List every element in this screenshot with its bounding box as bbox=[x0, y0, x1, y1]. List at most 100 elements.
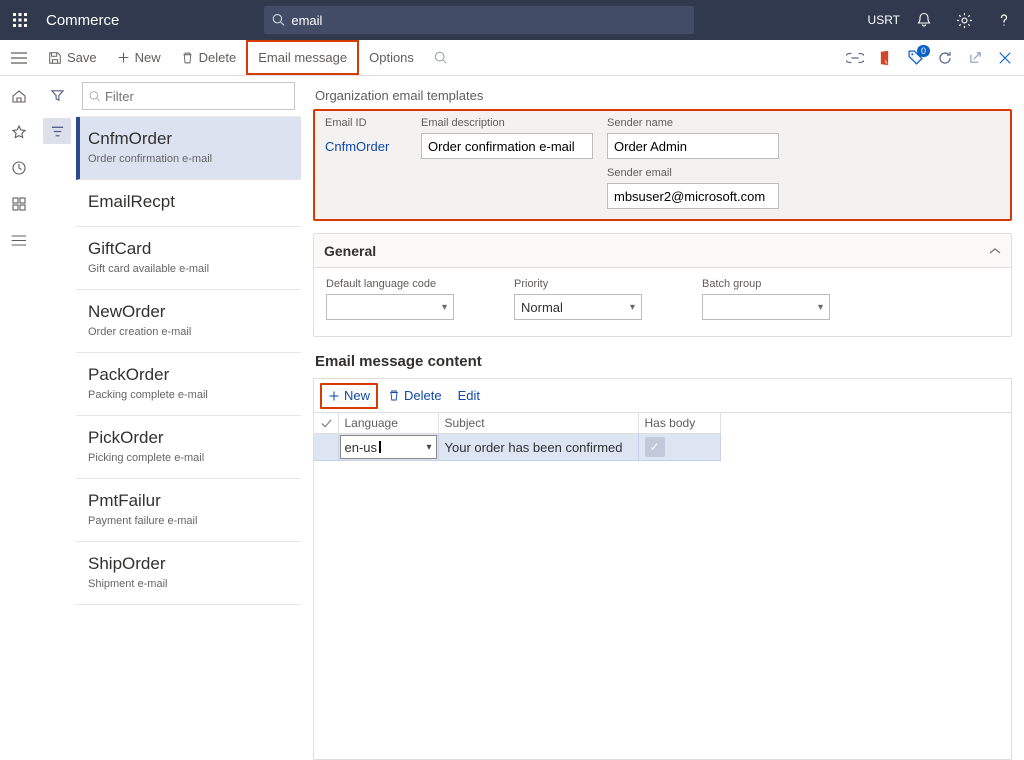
list-filter-icon[interactable] bbox=[43, 118, 71, 144]
email-description-field: Email description bbox=[421, 117, 593, 159]
new-label: New bbox=[135, 50, 161, 65]
batch-group-select[interactable]: ▾ bbox=[702, 294, 830, 320]
default-language-label: Default language code bbox=[326, 278, 454, 290]
content-edit-button[interactable]: Edit bbox=[452, 383, 486, 409]
page-title: Organization email templates bbox=[315, 88, 1010, 103]
priority-label: Priority bbox=[514, 278, 642, 290]
hamburger-icon[interactable] bbox=[0, 40, 38, 75]
select-all-checkbox[interactable] bbox=[314, 413, 338, 434]
priority-select[interactable]: Normal▾ bbox=[514, 294, 642, 320]
main-content: Organization email templates Email ID Cn… bbox=[301, 76, 1024, 760]
template-title: GiftCard bbox=[88, 239, 289, 259]
new-button[interactable]: New bbox=[107, 40, 171, 75]
content-delete-button[interactable]: Delete bbox=[382, 383, 448, 409]
col-has-body[interactable]: Has body bbox=[638, 413, 720, 434]
language-cell[interactable]: en-us ▾ bbox=[338, 434, 438, 461]
delete-label: Delete bbox=[199, 50, 237, 65]
content-toolbar: New Delete Edit bbox=[313, 378, 1012, 412]
workspaces-icon[interactable] bbox=[7, 192, 31, 216]
template-list-item[interactable]: ShipOrder Shipment e-mail bbox=[76, 542, 301, 605]
has-body-cell[interactable]: ✓ bbox=[638, 434, 720, 461]
sender-name-label: Sender name bbox=[607, 117, 779, 129]
app-launcher-icon[interactable] bbox=[0, 12, 40, 28]
tag-icon[interactable]: 0 bbox=[904, 47, 926, 69]
subject-cell[interactable]: Your order has been confirmed bbox=[438, 434, 638, 461]
plus-icon bbox=[117, 51, 130, 64]
row-checkbox[interactable] bbox=[314, 434, 338, 461]
content-grid: Language Subject Has body en-us ▾ bbox=[313, 412, 1012, 760]
header-fields-box: Email ID CnfmOrder Email description Sen… bbox=[313, 109, 1012, 221]
trash-icon bbox=[181, 51, 194, 65]
sender-name-input[interactable] bbox=[607, 133, 779, 159]
template-title: ShipOrder bbox=[88, 554, 289, 574]
list-filter-input[interactable] bbox=[82, 82, 295, 110]
template-list-item[interactable]: CnfmOrder Order confirmation e-mail bbox=[76, 117, 301, 180]
action-bar: Save New Delete Email message Options 0 bbox=[0, 40, 1024, 76]
batch-group-label: Batch group bbox=[702, 278, 830, 290]
template-title: PmtFailur bbox=[88, 491, 289, 511]
global-search[interactable] bbox=[264, 6, 694, 34]
settings-gear-icon[interactable] bbox=[944, 0, 984, 40]
general-title: General bbox=[324, 243, 376, 259]
general-section-header[interactable]: General bbox=[314, 234, 1011, 268]
trash-icon bbox=[388, 389, 400, 402]
link-icon[interactable] bbox=[844, 47, 866, 69]
top-navbar: Commerce USRT bbox=[0, 0, 1024, 40]
col-language[interactable]: Language bbox=[338, 413, 438, 434]
col-subject[interactable]: Subject bbox=[438, 413, 638, 434]
template-list-item[interactable]: NewOrderOrder creation e-mail bbox=[76, 290, 301, 353]
template-title: PackOrder bbox=[88, 365, 289, 385]
refresh-icon[interactable] bbox=[934, 47, 956, 69]
global-search-input[interactable] bbox=[291, 13, 686, 28]
options-button[interactable]: Options bbox=[359, 40, 424, 75]
action-search-icon[interactable] bbox=[424, 40, 458, 75]
template-subtitle: Payment failure e-mail bbox=[88, 515, 289, 527]
template-title: PickOrder bbox=[88, 428, 289, 448]
list-filter-field[interactable] bbox=[105, 89, 288, 104]
default-language-select[interactable]: ▾ bbox=[326, 294, 454, 320]
template-title: EmailRecpt bbox=[88, 192, 289, 212]
sender-email-input[interactable] bbox=[607, 183, 779, 209]
template-subtitle: Packing complete e-mail bbox=[88, 389, 289, 401]
home-icon[interactable] bbox=[7, 84, 31, 108]
content-new-button[interactable]: New bbox=[320, 383, 378, 409]
favorite-star-icon[interactable] bbox=[7, 120, 31, 144]
modules-icon[interactable] bbox=[7, 228, 31, 252]
chevron-down-icon: ▾ bbox=[442, 302, 447, 313]
priority-field: Priority Normal▾ bbox=[514, 278, 642, 320]
recent-clock-icon[interactable] bbox=[7, 156, 31, 180]
delete-button[interactable]: Delete bbox=[171, 40, 247, 75]
company-code[interactable]: USRT bbox=[868, 13, 900, 27]
grid-header-row: Language Subject Has body bbox=[314, 413, 720, 434]
chevron-down-icon: ▾ bbox=[426, 442, 431, 453]
grid-row[interactable]: en-us ▾ Your order has been confirmed ✓ bbox=[314, 434, 720, 461]
email-description-input[interactable] bbox=[421, 133, 593, 159]
template-subtitle: Order confirmation e-mail bbox=[88, 153, 289, 165]
product-name: Commerce bbox=[40, 12, 264, 29]
template-list-item[interactable]: PmtFailur Payment failure e-mail bbox=[76, 479, 301, 542]
save-button[interactable]: Save bbox=[38, 40, 107, 75]
template-list-item[interactable]: EmailRecpt bbox=[76, 180, 301, 227]
options-label: Options bbox=[369, 50, 414, 65]
search-wrap bbox=[264, 6, 694, 34]
template-title: CnfmOrder bbox=[88, 129, 289, 149]
general-section: General Default language code ▾ Priority… bbox=[313, 233, 1012, 337]
funnel-filter-icon[interactable] bbox=[43, 82, 71, 108]
popout-icon[interactable] bbox=[964, 47, 986, 69]
template-subtitle: Shipment e-mail bbox=[88, 578, 289, 590]
notifications-icon[interactable] bbox=[904, 0, 944, 40]
email-id-value[interactable]: CnfmOrder bbox=[325, 133, 407, 159]
template-list-item[interactable]: GiftCardGift card available e-mail bbox=[76, 227, 301, 290]
language-value: en-us bbox=[345, 440, 378, 455]
save-label: Save bbox=[67, 50, 97, 65]
email-desc-label: Email description bbox=[421, 117, 593, 129]
tag-badge: 0 bbox=[917, 45, 930, 57]
template-list-item[interactable]: PackOrder Packing complete e-mail bbox=[76, 353, 301, 416]
help-icon[interactable] bbox=[984, 0, 1024, 40]
email-message-button[interactable]: Email message bbox=[246, 40, 359, 75]
office-icon[interactable] bbox=[874, 47, 896, 69]
content-new-label: New bbox=[344, 388, 370, 403]
close-icon[interactable] bbox=[994, 47, 1016, 69]
chevron-up-icon bbox=[989, 247, 1001, 255]
template-list-item[interactable]: PickOrderPicking complete e-mail bbox=[76, 416, 301, 479]
